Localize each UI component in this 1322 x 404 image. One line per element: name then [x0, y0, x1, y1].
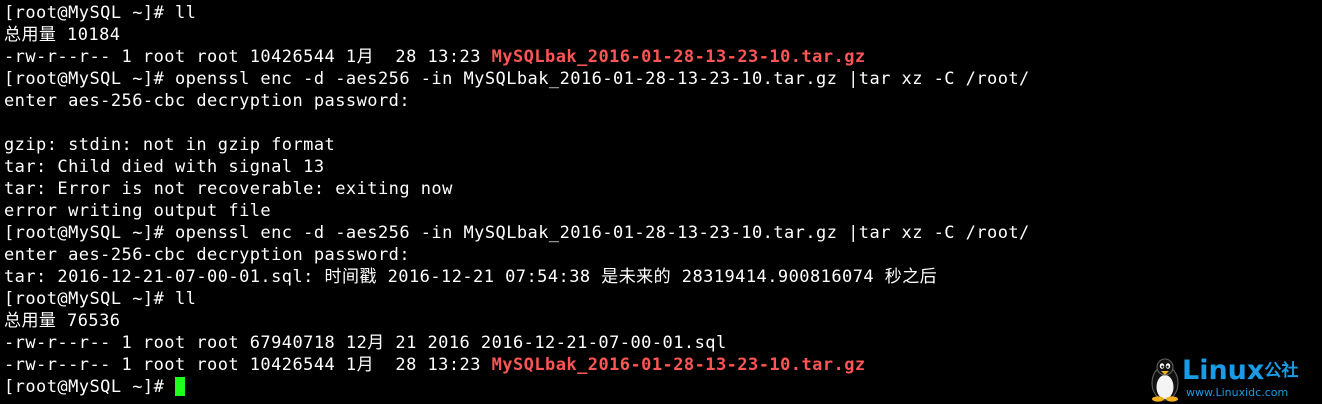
terminal-line: tar: 2016-12-21-07-00-01.sql: 时间戳 2016-1… — [4, 267, 938, 287]
linuxidc-watermark: Linux公社 www.Linuxidc.com — [1148, 356, 1318, 402]
terminal-line: tar: Child died with signal 13 — [4, 157, 325, 177]
terminal-line: 总用量 10184 — [4, 25, 121, 45]
terminal-line: enter aes-256-cbc decryption password: — [4, 245, 411, 265]
tux-penguin-icon — [1151, 358, 1179, 402]
text-cursor — [174, 377, 185, 396]
terminal-line: [root@MySQL ~]# ll — [4, 3, 197, 23]
file-listing-text: -rw-r--r-- 1 root root 10426544 1月 28 13… — [4, 355, 492, 375]
terminal-line: enter aes-256-cbc decryption password: — [4, 91, 411, 111]
watermark-url: www.Linuxidc.com — [1186, 386, 1289, 399]
terminal-line: tar: Error is not recoverable: exiting n… — [4, 179, 453, 199]
archive-file-name: MySQLbak_2016-01-28-13-23-10.tar.gz — [491, 355, 866, 375]
terminal-line: -rw-r--r-- 1 root root 10426544 1月 28 13… — [4, 354, 1322, 376]
terminal-line: 总用量 76536 — [4, 311, 121, 331]
terminal-line: -rw-r--r-- 1 root root 67940718 12月 21 2… — [4, 333, 727, 353]
file-listing-text: -rw-r--r-- 1 root root 10426544 1月 28 13… — [4, 47, 492, 67]
terminal-line: gzip: stdin: not in gzip format — [4, 135, 336, 155]
terminal-line: [root@MySQL ~]# openssl enc -d -aes256 -… — [4, 69, 1030, 89]
terminal-line: -rw-r--r-- 1 root root 10426544 1月 28 13… — [4, 46, 1322, 68]
terminal-line: [root@MySQL ~]# ll — [4, 289, 197, 309]
archive-file-name: MySQLbak_2016-01-28-13-23-10.tar.gz — [491, 47, 866, 67]
watermark-brand: Linux公社 — [1182, 356, 1298, 386]
watermark-brand-text: Linux — [1182, 355, 1265, 386]
terminal-prompt-line[interactable]: [root@MySQL ~]# — [4, 376, 1322, 398]
watermark-brand-cn: 公社 — [1264, 361, 1299, 381]
terminal-window[interactable]: [root@MySQL ~]# ll 总用量 10184 -rw-r--r-- … — [0, 0, 1322, 404]
shell-prompt: [root@MySQL ~]# — [4, 377, 175, 397]
terminal-line: [root@MySQL ~]# openssl enc -d -aes256 -… — [4, 223, 1030, 243]
terminal-line: error writing output file — [4, 201, 272, 221]
